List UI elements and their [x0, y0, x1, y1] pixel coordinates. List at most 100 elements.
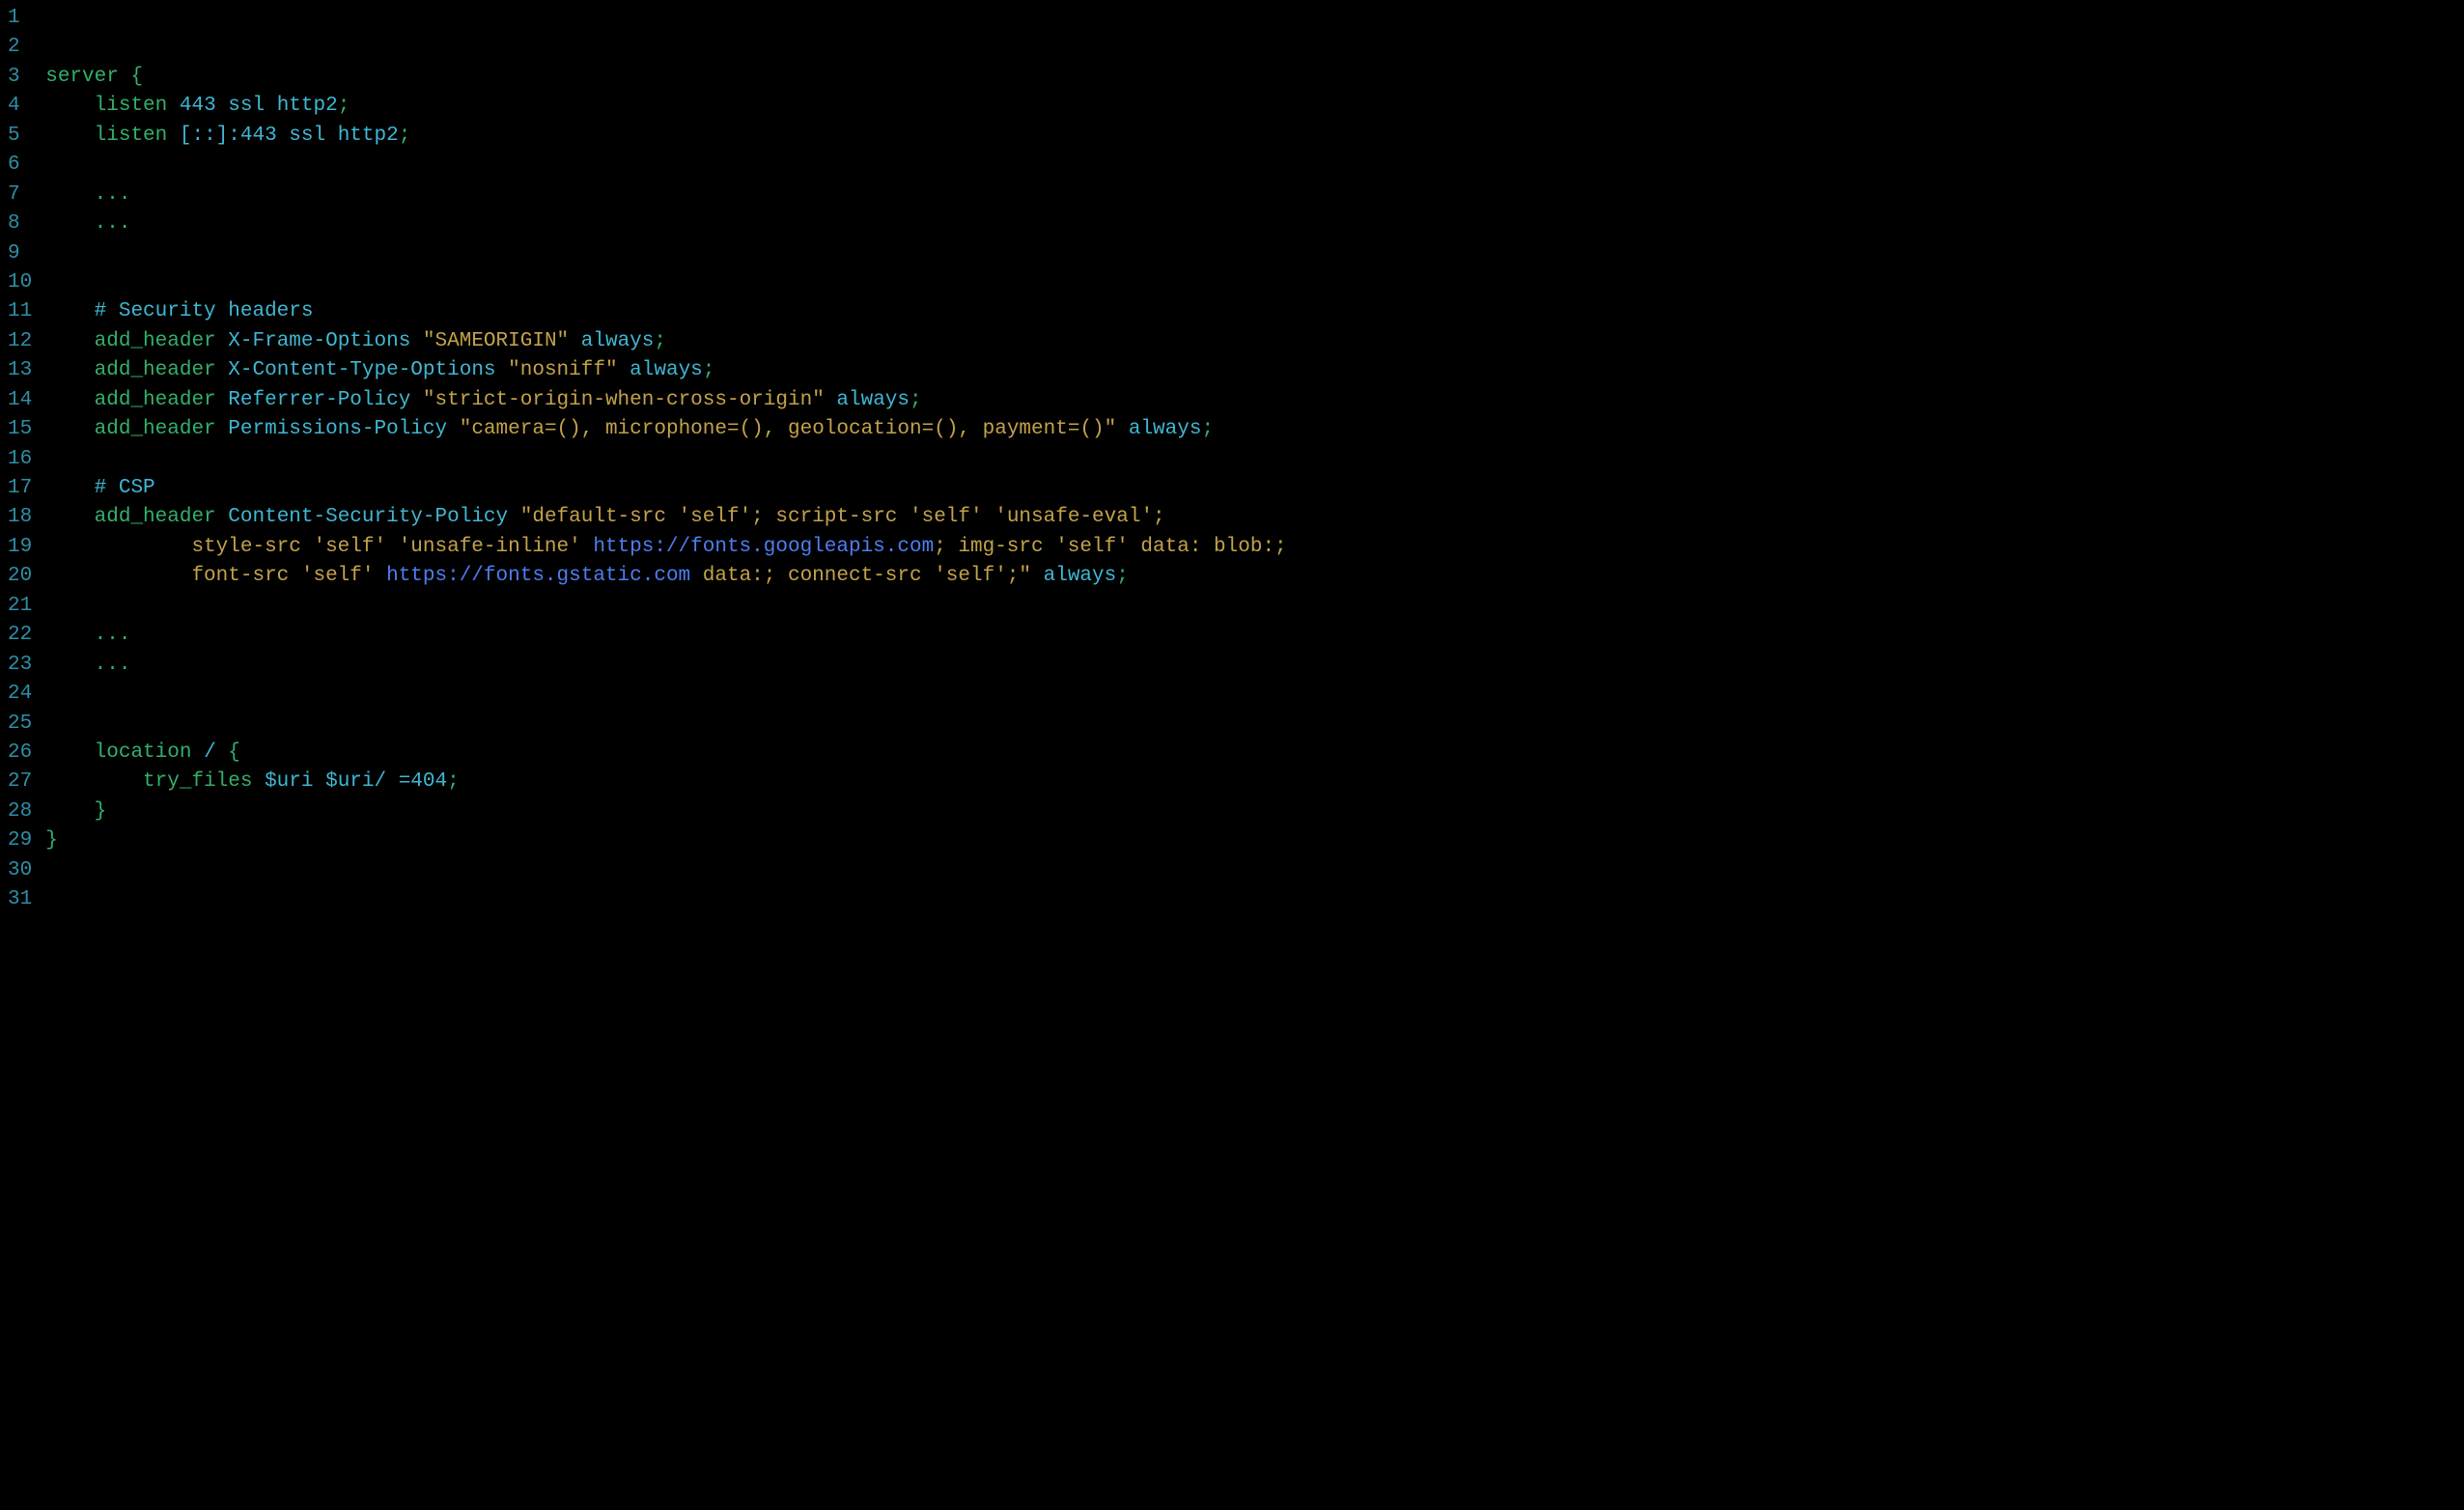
code-token: location — [95, 739, 192, 768]
code-token: add_header — [95, 327, 216, 356]
line-number: 8 — [8, 210, 20, 238]
code-token: X-Content-Type-Options — [228, 356, 508, 385]
code-line[interactable]: style-src 'self' 'unsafe-inline' https:/… — [45, 533, 2464, 562]
code-line[interactable] — [45, 445, 2464, 474]
code-token — [45, 356, 94, 385]
code-token: https://fonts.googleapis.com — [593, 533, 934, 562]
code-line[interactable]: add_header X-Content-Type-Options "nosni… — [45, 356, 2464, 385]
code-token — [216, 386, 229, 415]
code-line[interactable] — [45, 4, 2464, 33]
code-line[interactable] — [45, 592, 2464, 621]
code-token: ; — [338, 92, 350, 121]
code-line[interactable] — [45, 856, 2464, 885]
line-number: 22 — [8, 621, 32, 650]
line-number: 2 — [8, 33, 20, 62]
code-token — [45, 474, 94, 503]
code-token — [45, 297, 94, 326]
code-token — [45, 533, 191, 562]
code-line[interactable]: ... — [45, 181, 2464, 210]
code-line[interactable]: } — [45, 797, 2464, 826]
code-line[interactable]: # CSP — [45, 474, 2464, 503]
code-line[interactable] — [45, 710, 2464, 739]
code-token: "camera=(), microphone=(), geolocation=(… — [460, 415, 1117, 444]
line-number: 27 — [8, 768, 32, 797]
code-line[interactable] — [45, 239, 2464, 268]
code-token: ; — [1116, 562, 1129, 591]
code-line[interactable]: server { — [45, 63, 2464, 92]
code-line[interactable]: listen [::]:443 ssl http2; — [45, 122, 2464, 151]
code-token: always — [825, 386, 910, 415]
code-line[interactable] — [45, 33, 2464, 62]
line-number: 11 — [8, 297, 32, 326]
line-number: 4 — [8, 92, 20, 121]
code-token: ; — [703, 356, 715, 385]
code-token: add_header — [95, 503, 216, 532]
code-line[interactable]: add_header Content-Security-Policy "defa… — [45, 503, 2464, 532]
code-token: always — [569, 327, 654, 356]
code-token — [45, 122, 94, 151]
line-number: 18 — [8, 503, 32, 532]
code-token — [45, 503, 94, 532]
code-line[interactable] — [45, 151, 2464, 180]
code-line[interactable]: ... — [45, 651, 2464, 680]
code-line[interactable]: ... — [45, 621, 2464, 650]
code-token: } — [95, 797, 107, 826]
code-token: add_header — [95, 386, 216, 415]
code-line[interactable]: # Security headers — [45, 297, 2464, 326]
code-token — [45, 797, 94, 826]
code-line[interactable]: font-src 'self' https://fonts.gstatic.co… — [45, 562, 2464, 591]
code-line[interactable]: try_files $uri $uri/ =404; — [45, 768, 2464, 797]
code-line[interactable]: location / { — [45, 739, 2464, 768]
code-token: ; img-src 'self' data: blob:; — [934, 533, 1286, 562]
code-token: } — [45, 826, 58, 855]
code-token — [216, 327, 229, 356]
line-number: 13 — [8, 356, 32, 385]
code-token: style-src 'self' 'unsafe-inline' — [191, 533, 593, 562]
code-token: ... — [95, 621, 131, 650]
code-token: add_header — [95, 415, 216, 444]
line-number: 15 — [8, 415, 32, 444]
code-line[interactable] — [45, 268, 2464, 297]
code-token: https://fonts.gstatic.com — [386, 562, 690, 591]
code-line[interactable]: ... — [45, 210, 2464, 238]
code-token — [191, 739, 204, 768]
code-editor[interactable]: 1234567891011121314151617181920212223242… — [0, 0, 2464, 919]
line-number: 5 — [8, 122, 20, 151]
code-token: try_files — [143, 768, 252, 797]
code-token — [167, 122, 180, 151]
line-number: 26 — [8, 739, 32, 768]
line-number: 29 — [8, 826, 32, 855]
code-token: always — [618, 356, 703, 385]
code-line[interactable] — [45, 680, 2464, 709]
code-token: "strict-origin-when-cross-origin" — [423, 386, 825, 415]
code-token — [216, 503, 229, 532]
line-number: 21 — [8, 592, 32, 621]
line-number: 6 — [8, 151, 20, 180]
code-line[interactable]: add_header Permissions-Policy "camera=()… — [45, 415, 2464, 444]
code-token — [45, 92, 94, 121]
code-token — [45, 739, 94, 768]
code-line[interactable]: add_header Referrer-Policy "strict-origi… — [45, 386, 2464, 415]
code-token — [45, 415, 94, 444]
code-token: listen — [95, 92, 168, 121]
code-line[interactable]: add_header X-Frame-Options "SAMEORIGIN" … — [45, 327, 2464, 356]
code-token: add_header — [95, 356, 216, 385]
code-token: [::]:443 ssl http2 — [180, 122, 399, 151]
code-line[interactable]: } — [45, 826, 2464, 855]
line-number: 23 — [8, 651, 32, 680]
line-number: 1 — [8, 4, 20, 33]
code-token: 443 ssl http2 — [180, 92, 338, 121]
code-line[interactable] — [45, 885, 2464, 914]
code-token — [216, 356, 229, 385]
code-token: always — [1031, 562, 1116, 591]
code-area[interactable]: server { listen 443 ssl http2; listen [:… — [45, 4, 2464, 915]
code-token: / — [204, 739, 228, 768]
code-token: # Security headers — [95, 297, 314, 326]
code-token — [45, 768, 143, 797]
line-number: 20 — [8, 562, 32, 591]
code-token: ; — [1201, 415, 1214, 444]
code-line[interactable]: listen 443 ssl http2; — [45, 92, 2464, 121]
code-token: listen — [95, 122, 168, 151]
line-number: 10 — [8, 268, 32, 297]
code-token: always — [1116, 415, 1201, 444]
